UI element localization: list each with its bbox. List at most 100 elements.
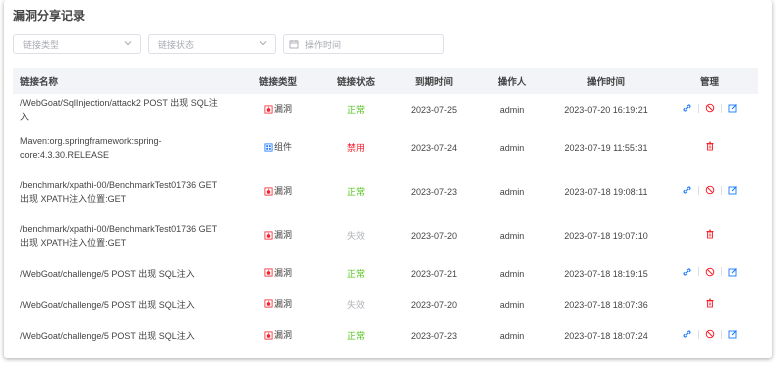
link-type-cell: 漏洞: [239, 258, 317, 289]
col-header-manage: 管理: [699, 77, 719, 88]
expire-time-cell: 2023-07-23: [410, 187, 458, 197]
disable-icon[interactable]: [705, 329, 715, 339]
table-row: /WebGoat/challenge/5 POST 出现 SQL注入 漏洞 失效 20…: [13, 289, 758, 320]
action-divider: [720, 185, 722, 195]
link-name-cell[interactable]: /WebGoat/challenge/5 POST 出现 SQL注入: [13, 320, 239, 352]
col-header-link-name: 链接名称: [20, 77, 59, 88]
expire-time-cell: 2023-07-25: [410, 105, 458, 115]
manage-cell: [661, 214, 758, 258]
page-title: 漏洞分享记录: [13, 9, 86, 23]
op-time-cell: 2023-07-18 18:07:36: [564, 299, 648, 310]
disable-icon[interactable]: [705, 185, 715, 195]
edit-icon[interactable]: [728, 185, 738, 195]
link-type-cell: 漏洞: [239, 94, 317, 126]
col-header-expire-time: 到期时间: [414, 77, 453, 88]
status-badge: 失效: [346, 299, 365, 310]
link-type-cell: 漏洞: [239, 289, 317, 320]
delete-icon[interactable]: [705, 141, 715, 151]
col-header-link-type: 链接类型: [258, 77, 297, 88]
link-name-cell[interactable]: /benchmark/xpathi-00/BenchmarkTest01736 …: [13, 170, 239, 214]
bug-icon: [264, 231, 273, 240]
records-table: 链接名称 链接类型 链接状态 到期时间 操作人 操作时间 管理 /WebGoat…: [13, 68, 758, 352]
action-divider: [720, 103, 722, 113]
link-type-label: 漏洞: [273, 298, 292, 309]
link-type-label: 漏洞: [273, 267, 292, 278]
status-badge: 正常: [346, 331, 365, 341]
op-time-cell: 2023-07-19 11:55:31: [564, 143, 648, 153]
chevron-down-icon: [124, 41, 132, 46]
expire-time-cell: 2023-07-20: [410, 231, 458, 241]
edit-icon[interactable]: [728, 329, 738, 339]
operator-cell: admin: [499, 299, 525, 310]
action-divider: [697, 267, 699, 276]
op-time-cell: 2023-07-18 19:07:10: [564, 231, 648, 241]
link-type-cell: 组件: [239, 126, 317, 170]
link-type-label: 漏洞: [273, 186, 292, 197]
manage-cell: [661, 94, 758, 126]
operator-cell: admin: [499, 105, 525, 115]
link-icon[interactable]: [682, 329, 692, 339]
link-icon[interactable]: [682, 185, 692, 195]
table-row: /WebGoat/challenge/5 POST 出现 SQL注入 漏洞 正常 20…: [13, 258, 758, 289]
link-type-label: 漏洞: [273, 104, 292, 115]
delete-icon[interactable]: [705, 229, 715, 239]
link-type-select[interactable]: 链接类型: [13, 34, 141, 54]
bug-icon: [264, 105, 273, 114]
bug-icon: [264, 187, 273, 196]
manage-cell: [661, 258, 758, 289]
link-name-cell[interactable]: /WebGoat/challenge/5 POST 出现 SQL注入: [13, 258, 239, 289]
table-row: /benchmark/xpathi-00/BenchmarkTest01736 …: [13, 214, 758, 258]
table-row: Maven:org.springframework:spring-core:4.…: [13, 126, 758, 170]
expire-time-cell: 2023-07-23: [410, 331, 458, 341]
link-icon[interactable]: [682, 103, 692, 113]
table-row: /benchmark/xpathi-00/BenchmarkTest01736 …: [13, 170, 758, 214]
op-time-placeholder: 操作时间: [305, 39, 342, 50]
status-badge: 正常: [346, 187, 365, 197]
link-type-placeholder: 链接类型: [23, 39, 60, 50]
link-name-cell[interactable]: /WebGoat/challenge/5 POST 出现 SQL注入: [13, 289, 239, 320]
expire-time-cell: 2023-07-24: [410, 143, 458, 153]
op-time-cell: 2023-07-20 16:19:21: [564, 105, 648, 115]
link-type-cell: 漏洞: [239, 320, 317, 352]
op-time-picker[interactable]: 操作时间: [283, 34, 444, 54]
chevron-down-icon: [259, 41, 267, 46]
op-time-cell: 2023-07-18 19:08:11: [564, 187, 648, 197]
col-header-link-status: 链接状态: [336, 77, 375, 88]
operator-cell: admin: [499, 331, 525, 341]
link-name-cell[interactable]: /WebGoat/SqlInjection/attack2 POST 出现 SQ…: [13, 94, 239, 126]
op-time-cell: 2023-07-18 18:19:15: [564, 268, 648, 279]
link-type-label: 组件: [273, 142, 292, 153]
link-name-cell[interactable]: Maven:org.springframework:spring-core:4.…: [13, 126, 239, 170]
action-divider: [697, 329, 699, 339]
operator-cell: admin: [499, 187, 525, 197]
calendar-icon: [289, 40, 299, 49]
expire-time-cell: 2023-07-21: [410, 268, 458, 279]
table-header: 链接名称 链接类型 链接状态 到期时间 操作人 操作时间 管理: [13, 68, 758, 94]
disable-icon[interactable]: [705, 267, 715, 277]
link-status-select[interactable]: 链接状态: [148, 34, 276, 54]
status-badge: 失效: [346, 231, 365, 241]
action-divider: [697, 185, 699, 195]
manage-cell: [661, 320, 758, 352]
status-badge: 正常: [346, 268, 365, 279]
manage-cell: [661, 126, 758, 170]
link-type-cell: 漏洞: [239, 170, 317, 214]
edit-icon[interactable]: [728, 267, 738, 277]
col-header-operator: 操作人: [497, 77, 527, 88]
bug-icon: [264, 268, 273, 277]
status-badge: 禁用: [346, 143, 365, 153]
operator-cell: admin: [499, 143, 525, 153]
delete-icon[interactable]: [705, 298, 715, 308]
link-name-cell[interactable]: /benchmark/xpathi-00/BenchmarkTest01736 …: [13, 214, 239, 258]
expire-time-cell: 2023-07-20: [410, 299, 458, 310]
bug-icon: [264, 331, 273, 340]
manage-cell: [661, 170, 758, 214]
link-icon[interactable]: [682, 267, 692, 277]
edit-icon[interactable]: [728, 103, 738, 113]
action-divider: [720, 267, 722, 276]
operator-cell: admin: [499, 268, 525, 279]
bug-icon: [264, 299, 273, 308]
disable-icon[interactable]: [705, 103, 715, 113]
link-type-label: 漏洞: [273, 230, 292, 241]
table-row: /WebGoat/challenge/5 POST 出现 SQL注入 漏洞 正常 20…: [13, 320, 758, 352]
